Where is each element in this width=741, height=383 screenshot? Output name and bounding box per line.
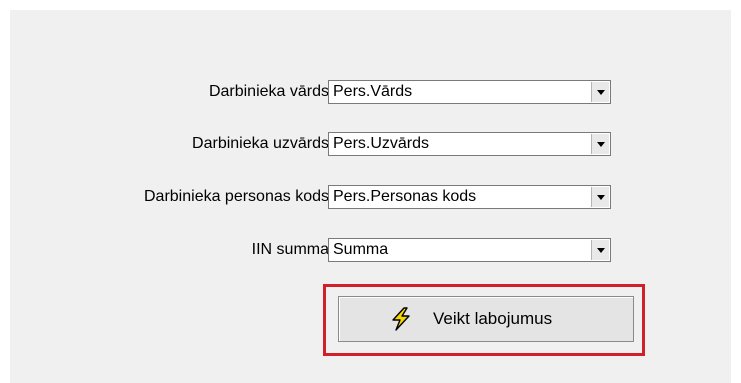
row-personal-code: Darbinieka personas kods Pers.Personas k…	[10, 185, 731, 211]
chevron-down-icon	[597, 90, 605, 95]
first-name-dropdown-button[interactable]	[591, 82, 609, 102]
chevron-down-icon	[597, 248, 605, 253]
first-name-value: Pers.Vārds	[333, 83, 413, 100]
last-name-dropdown-button[interactable]	[591, 134, 609, 154]
first-name-select[interactable]: Pers.Vārds	[328, 80, 611, 104]
row-last-name: Darbinieka uzvārds Pers.Uzvārds	[10, 132, 731, 158]
personal-code-dropdown-button[interactable]	[591, 187, 609, 207]
personal-code-label: Darbinieka personas kods	[144, 188, 329, 205]
iin-sum-dropdown-button[interactable]	[591, 240, 609, 260]
lightning-icon	[392, 307, 410, 331]
iin-sum-label: IIN summa	[251, 241, 329, 258]
chevron-down-icon	[597, 195, 605, 200]
apply-changes-label: Veikt labojumus	[433, 309, 553, 328]
last-name-select[interactable]: Pers.Uzvārds	[328, 132, 611, 156]
iin-sum-value: Summa	[333, 241, 389, 258]
last-name-label: Darbinieka uzvārds	[192, 135, 329, 152]
row-first-name: Darbinieka vārds Pers.Vārds	[10, 80, 731, 106]
iin-sum-select[interactable]: Summa	[328, 238, 611, 262]
row-iin-sum: IIN summa Summa	[10, 238, 731, 264]
last-name-value: Pers.Uzvārds	[333, 135, 430, 152]
form-panel: Darbinieka vārds Pers.Vārds Darbinieka u…	[10, 10, 731, 383]
personal-code-select[interactable]: Pers.Personas kods	[328, 185, 611, 209]
apply-changes-button[interactable]: Veikt labojumus	[338, 296, 634, 342]
first-name-label: Darbinieka vārds	[208, 83, 329, 100]
personal-code-value: Pers.Personas kods	[333, 188, 477, 205]
chevron-down-icon	[597, 142, 605, 147]
